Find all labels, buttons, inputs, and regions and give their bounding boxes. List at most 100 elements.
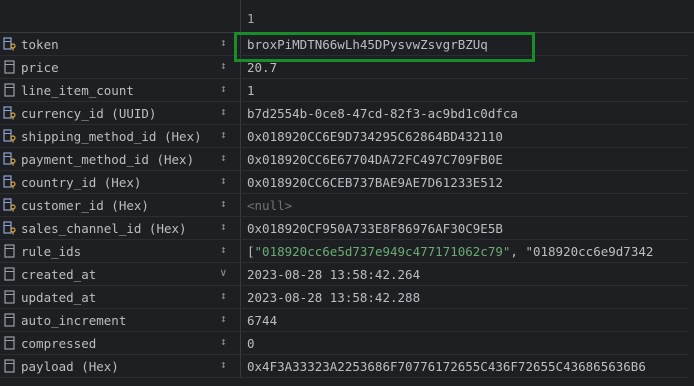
field-name-cell[interactable]: shipping_method_id (Hex) ↕ [0, 125, 240, 147]
table-row[interactable]: line_item_count ↕ 1 [0, 79, 694, 102]
key-column-icon [3, 106, 17, 120]
field-value-cell[interactable]: broxPiMDTN66wLh45DPysvwZsvgrBZUq [240, 33, 694, 55]
column-header-1[interactable]: 1 [240, 0, 694, 33]
field-value-cell[interactable]: 0x018920CC6E67704DA72FC497C709FB0E [240, 148, 694, 170]
table-row[interactable]: compressed ↕ 0 [0, 332, 694, 355]
table-row[interactable]: rule_ids ↕ ["018920cc6e5d737e949c477171062… [0, 240, 694, 263]
sort-icon[interactable]: ↕ [220, 335, 227, 348]
field-name-label: token [21, 37, 59, 52]
table-row[interactable]: token ↕ broxPiMDTN66wLh45DPysvwZsvgrBZUq [0, 33, 694, 56]
field-value: <null> [247, 198, 293, 213]
key-column-icon [3, 37, 17, 51]
field-value: b7d2554b-0ce8-47cd-82f3-ac9bd1c0dfca [247, 106, 518, 121]
vertical-scrollbar[interactable] [688, 33, 694, 386]
column-icon [3, 290, 17, 304]
field-name-cell[interactable]: sales_channel_id (Hex) ↕ [0, 217, 240, 239]
field-value-cell[interactable]: 20.7 [240, 56, 694, 78]
sort-icon[interactable]: ↕ [220, 36, 227, 49]
field-value: 0x4F3A33323A2253686F70776172655C436F7265… [247, 359, 646, 374]
table-row[interactable]: created_at ∨ 2023-08-28 13:58:42.264 [0, 263, 694, 286]
column-icon [3, 336, 17, 350]
table-row[interactable]: country_id (Hex) ↕ 0x018920CC6CEB737BAE9AE… [0, 171, 694, 194]
sort-icon[interactable]: ↕ [220, 289, 227, 302]
field-value: 20.7 [247, 60, 278, 75]
sort-icon[interactable]: ↕ [220, 128, 227, 141]
key-column-icon [3, 175, 17, 189]
field-value-cell[interactable]: 0x018920CC6E9D734295C62864BD432110 [240, 125, 694, 147]
field-name-cell[interactable]: auto_increment ↕ [0, 309, 240, 331]
field-name-label: payment_method_id (Hex) [21, 152, 195, 167]
field-value: 0x018920CC6CEB737BAE9AE7D61233E512 [247, 175, 503, 190]
sort-icon[interactable]: ↕ [220, 59, 227, 72]
field-value-cell[interactable]: 2023-08-28 13:58:42.288 [240, 286, 694, 308]
field-value-cell[interactable]: 6744 [240, 309, 694, 331]
data-grid: 1 token ↕ broxPiMDTN66wLh45DPysvwZsvgrBZUq… [0, 0, 694, 386]
field-name-label: price [21, 60, 59, 75]
field-name-label: created_at [21, 267, 97, 282]
field-value-cell[interactable]: <null> [240, 194, 694, 216]
table-row[interactable]: updated_at ↕ 2023-08-28 13:58:42.288 [0, 286, 694, 309]
field-name-cell[interactable]: rule_ids ↕ [0, 240, 240, 262]
column-icon [3, 313, 17, 327]
table-row[interactable]: customer_id (Hex) ↕ <null> [0, 194, 694, 217]
column-icon [3, 267, 17, 281]
field-value-cell[interactable]: 1 [240, 79, 694, 101]
key-column-icon [3, 198, 17, 212]
table-row[interactable]: price ↕ 20.7 [0, 56, 694, 79]
field-name-cell[interactable]: currency_id (UUID) ↕ [0, 102, 240, 124]
sort-icon[interactable]: ↕ [220, 151, 227, 164]
field-name-label: currency_id (UUID) [21, 106, 157, 121]
field-value: 0x018920CC6E67704DA72FC497C709FB0E [247, 152, 503, 167]
field-name-label: line_item_count [21, 83, 134, 98]
sort-icon[interactable]: ↕ [220, 312, 227, 325]
field-value: broxPiMDTN66wLh45DPysvwZsvgrBZUq [247, 37, 488, 52]
field-name-label: compressed [21, 336, 97, 351]
sort-icon[interactable]: ∨ [220, 266, 227, 279]
grid-header: 1 [0, 0, 694, 33]
sort-icon[interactable]: ↕ [220, 358, 227, 371]
field-name-label: rule_ids [21, 244, 82, 259]
field-value: 0x018920CC6E9D734295C62864BD432110 [247, 129, 503, 144]
field-value-cell[interactable]: 0x018920CC6CEB737BAE9AE7D61233E512 [240, 171, 694, 193]
table-row[interactable]: payment_method_id (Hex) ↕ 0x018920CC6E6770… [0, 148, 694, 171]
field-value: 2023-08-28 13:58:42.264 [247, 267, 421, 282]
key-column-icon [3, 129, 17, 143]
field-name-label: sales_channel_id (Hex) [21, 221, 187, 236]
field-name-cell[interactable]: customer_id (Hex) ↕ [0, 194, 240, 216]
field-value-cell[interactable]: 0x4F3A33323A2253686F70776172655C436F7265… [240, 355, 694, 377]
field-name-cell[interactable]: created_at ∨ [0, 263, 240, 285]
table-row[interactable]: payload (Hex) ↕ 0x4F3A33323A2253686F707761… [0, 355, 694, 378]
field-value-cell[interactable]: ["018920cc6e5d737e949c477171062c79", "01… [240, 240, 694, 262]
field-value: ["018920cc6e5d737e949c477171062c79", "01… [247, 244, 654, 259]
sort-icon[interactable]: ↕ [220, 243, 227, 256]
field-value: 0 [247, 336, 255, 351]
sort-icon[interactable]: ↕ [220, 105, 227, 118]
field-name-cell[interactable]: updated_at ↕ [0, 286, 240, 308]
field-name-label: auto_increment [21, 313, 127, 328]
table-row[interactable]: auto_increment ↕ 6744 [0, 309, 694, 332]
field-name-label: customer_id (Hex) [21, 198, 149, 213]
table-row[interactable]: shipping_method_id (Hex) ↕ 0x018920CC6E9D7… [0, 125, 694, 148]
sort-icon[interactable]: ↕ [220, 220, 227, 233]
field-value-cell[interactable]: 0 [240, 332, 694, 354]
sort-icon[interactable]: ↕ [220, 82, 227, 95]
field-value-cell[interactable]: b7d2554b-0ce8-47cd-82f3-ac9bd1c0dfca [240, 102, 694, 124]
field-name-cell[interactable]: price ↕ [0, 56, 240, 78]
field-name-cell[interactable]: country_id (Hex) ↕ [0, 171, 240, 193]
field-name-cell[interactable]: line_item_count ↕ [0, 79, 240, 101]
field-name-label: country_id (Hex) [21, 175, 142, 190]
field-name-cell[interactable]: payload (Hex) ↕ [0, 355, 240, 377]
sort-icon[interactable]: ↕ [220, 174, 227, 187]
table-row[interactable]: sales_channel_id (Hex) ↕ 0x018920CF950A733… [0, 217, 694, 240]
field-value: 1 [247, 83, 255, 98]
field-value: 2023-08-28 13:58:42.288 [247, 290, 421, 305]
sort-icon[interactable]: ↕ [220, 197, 227, 210]
field-name-cell[interactable]: payment_method_id (Hex) ↕ [0, 148, 240, 170]
field-value-cell[interactable]: 2023-08-28 13:58:42.264 [240, 263, 694, 285]
field-name-cell[interactable]: token ↕ [0, 33, 240, 55]
field-value-cell[interactable]: 0x018920CF950A733E8F86976AF30C9E5B [240, 217, 694, 239]
table-row[interactable]: currency_id (UUID) ↕ b7d2554b-0ce8-47cd-82… [0, 102, 694, 125]
column-header-label: 1 [247, 11, 255, 26]
field-name-cell[interactable]: compressed ↕ [0, 332, 240, 354]
key-column-icon [3, 221, 17, 235]
